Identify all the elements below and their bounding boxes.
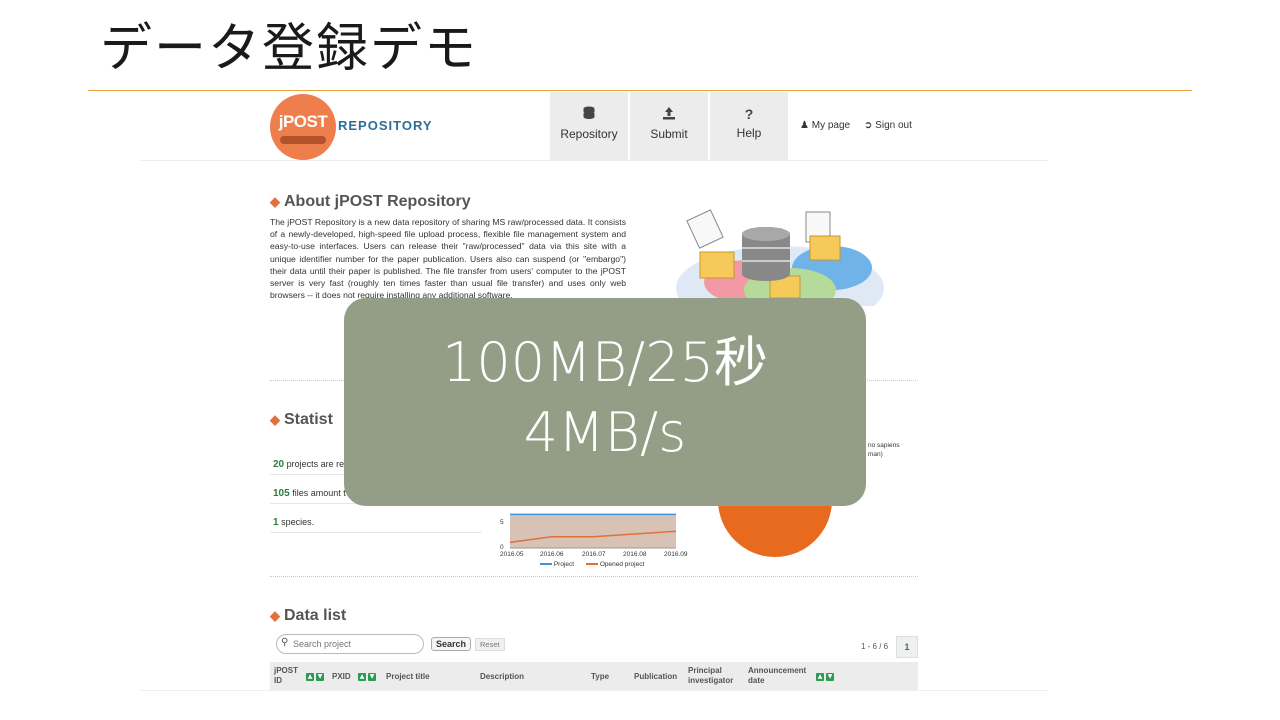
- sign-out-icon: ➲: [864, 120, 873, 131]
- reset-button[interactable]: Reset: [475, 638, 505, 651]
- sort-asc-icon[interactable]: ▲: [816, 673, 824, 681]
- legend-opened-label: Opened project: [599, 561, 645, 568]
- repository-illustration: [676, 209, 884, 306]
- pie-slice: [718, 500, 832, 557]
- logo-bar: [280, 136, 326, 144]
- x-tick-label: 2016.07: [582, 551, 606, 558]
- pie-label-line1: no sapiens: [868, 442, 900, 449]
- project-area: [510, 514, 676, 548]
- callout-line2: 4MB/s: [523, 401, 687, 464]
- col-jpost-id-line2: ID: [274, 676, 282, 685]
- stat-projects-text: projects are re: [286, 459, 345, 469]
- stat-species-number: 1: [273, 517, 279, 528]
- nav-tab-submit[interactable]: Submit: [630, 92, 708, 160]
- sign-out-label: Sign out: [875, 120, 912, 131]
- search-button[interactable]: Search: [431, 637, 472, 651]
- statistics-title: Statist: [284, 411, 333, 428]
- col-publication[interactable]: Publication: [634, 672, 677, 682]
- about-text: The jPOST Repository is a new data repos…: [270, 217, 626, 301]
- x-tick-label: 2016.08: [623, 551, 647, 558]
- statistics-heading: ◆ Statist: [270, 411, 333, 429]
- header-separator: [140, 160, 1048, 161]
- sort-desc-icon[interactable]: ▼: [826, 673, 834, 681]
- nav-tab-help[interactable]: ? Help: [710, 92, 788, 160]
- pagination-info: 1 - 6 / 6: [861, 642, 889, 651]
- legend-swatch: [540, 563, 552, 566]
- search-input[interactable]: ⚲ Search project: [276, 634, 424, 654]
- about-heading: ◆ About jPOST Repository: [270, 193, 471, 211]
- sort-desc-icon[interactable]: ▼: [368, 673, 376, 681]
- col-pi-line2: investigator: [688, 676, 734, 685]
- y-tick-label: 0: [500, 544, 504, 551]
- user-icon: ♟: [800, 120, 809, 131]
- stat-row-species: 1 species.: [270, 513, 482, 533]
- stat-projects-number: 20: [273, 459, 285, 470]
- x-tick-label: 2016.09: [664, 551, 688, 558]
- nav-label-repository: Repository: [560, 127, 618, 141]
- section-divider: [270, 576, 918, 577]
- col-pi-line1: Principal: [688, 666, 722, 675]
- x-tick-label: 2016.05: [500, 551, 524, 558]
- my-page-label: My page: [811, 120, 851, 131]
- legend-swatch: [586, 563, 598, 566]
- screenshot-bottom-edge: [140, 690, 1048, 691]
- legend-project: Project: [540, 561, 574, 568]
- pie-label-line2: man): [868, 451, 883, 458]
- col-pxid[interactable]: PXID: [332, 672, 351, 682]
- stat-files-text: files amount t: [292, 488, 346, 498]
- cubes-icon: ◆: [270, 412, 280, 427]
- database-icon: [550, 106, 628, 123]
- nav-tab-repository[interactable]: Repository: [550, 92, 628, 160]
- search-icon: ⚲: [281, 637, 289, 648]
- sort-asc-icon[interactable]: ▲: [306, 673, 314, 681]
- nav-label-help: Help: [736, 126, 762, 140]
- stat-files-number: 105: [273, 488, 290, 499]
- about-title: About jPOST Repository: [284, 193, 471, 210]
- datalist-title: Data list: [284, 607, 347, 624]
- col-project-title[interactable]: Project title: [386, 672, 430, 682]
- col-type[interactable]: Type: [591, 672, 609, 682]
- stat-species-text: species.: [281, 517, 315, 527]
- col-announcement-date[interactable]: Announcement date: [748, 666, 806, 686]
- sort-desc-icon[interactable]: ▼: [316, 673, 324, 681]
- slide-title: データ登録デモ: [100, 19, 479, 79]
- col-ann-line1: Announcement: [748, 666, 807, 675]
- col-jpost-id-line1: jPOST: [274, 666, 299, 675]
- logo-text: jPOST: [278, 112, 328, 131]
- jpost-logo[interactable]: jPOST: [270, 94, 336, 160]
- col-principal-investigator[interactable]: Principal investigator: [688, 666, 733, 686]
- col-ann-line2: date: [748, 676, 765, 685]
- my-page-link[interactable]: ♟ My page: [800, 120, 850, 131]
- page-button[interactable]: 1: [896, 636, 918, 658]
- legend-opened-project: Opened project: [586, 561, 644, 568]
- col-jpost-id[interactable]: jPOST ID: [274, 666, 298, 686]
- sign-out-link[interactable]: ➲ Sign out: [864, 120, 912, 131]
- y-tick-label: 5: [500, 519, 504, 526]
- upload-icon: [630, 106, 708, 123]
- x-tick-label: 2016.06: [540, 551, 564, 558]
- datalist-heading: ◆ Data list: [270, 607, 346, 625]
- callout-line1: 100MB/25秒: [442, 331, 768, 394]
- table-header: jPOST ID ▲ ▼ PXID ▲ ▼ Project title Desc…: [270, 662, 918, 690]
- help-icon: ?: [744, 106, 754, 122]
- logo-wordmark: REPOSITORY: [338, 118, 433, 133]
- search-placeholder: Search project: [293, 639, 352, 649]
- speed-callout: 100MB/25秒 4MB/s: [344, 298, 866, 506]
- col-description[interactable]: Description: [480, 672, 524, 682]
- title-underline: [88, 90, 1192, 91]
- nav-label-submit: Submit: [650, 127, 688, 141]
- cubes-icon: ◆: [270, 608, 280, 623]
- legend-project-label: Project: [553, 561, 575, 568]
- cubes-icon: ◆: [270, 194, 280, 209]
- sort-asc-icon[interactable]: ▲: [358, 673, 366, 681]
